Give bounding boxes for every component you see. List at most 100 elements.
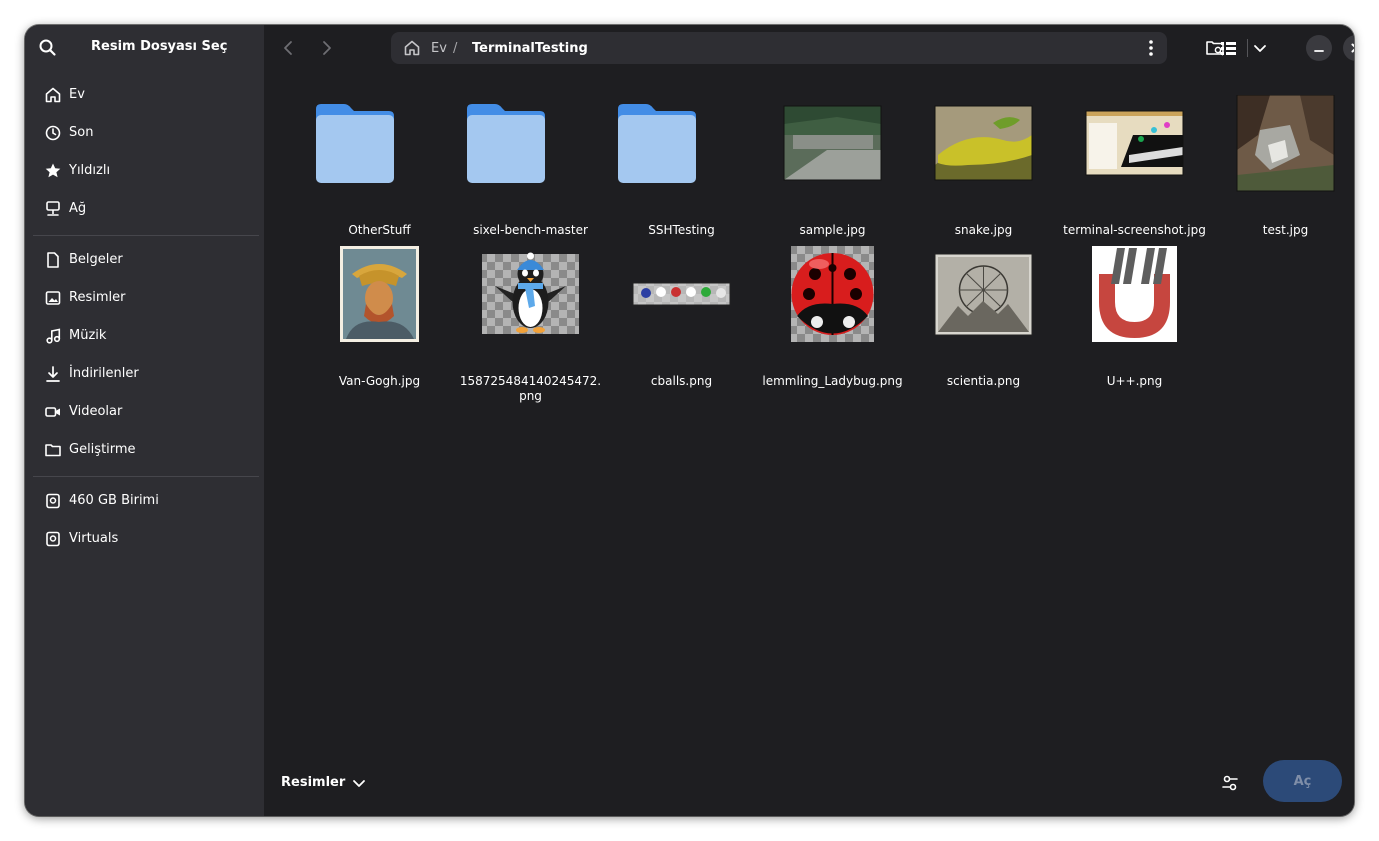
sidebar-item-resimler[interactable]: Resimler <box>33 281 259 315</box>
forward-button[interactable] <box>311 32 343 64</box>
file-item[interactable]: cballs.png <box>606 246 757 397</box>
path-bar: Ev / TerminalTesting <box>391 32 1167 64</box>
photo-thumbnail-icon <box>934 105 1033 181</box>
main-pane: Ev / TerminalTesting OtherStuff sixel-be… <box>264 25 1354 816</box>
home-icon[interactable] <box>403 39 421 57</box>
open-button[interactable]: Aç <box>1263 760 1342 802</box>
file-name: cballs.png <box>650 374 713 388</box>
file-name: sample.jpg <box>799 223 866 237</box>
sidebar-item-label: Videolar <box>69 404 123 419</box>
minimize-icon <box>1314 50 1324 52</box>
sidebar-item-virtuals[interactable]: Virtuals <box>33 522 259 556</box>
video-icon <box>45 407 60 417</box>
minimize-button[interactable] <box>1306 35 1332 61</box>
close-button[interactable] <box>1343 35 1354 61</box>
back-button[interactable] <box>272 32 304 64</box>
chevron-left-icon <box>284 41 292 55</box>
more-options-icon[interactable] <box>1141 38 1161 58</box>
balls-thumbnail-icon <box>632 282 731 306</box>
sidebar-item-label: Virtuals <box>69 531 119 546</box>
file-name: terminal-screenshot.jpg <box>1063 223 1206 237</box>
sidebar-item-460gb[interactable]: 460 GB Birimi <box>33 484 259 518</box>
chevron-down-icon[interactable] <box>348 772 370 794</box>
file-name: scientia.png <box>946 374 1021 388</box>
file-item[interactable]: 158725484140245472.png <box>455 246 606 403</box>
file-type-filter[interactable]: Resimler <box>281 775 345 790</box>
file-item[interactable]: snake.jpg <box>908 95 1059 246</box>
folder-icon <box>618 104 696 183</box>
sidebar-item-indirilenler[interactable]: İndirilenler <box>33 357 259 391</box>
sidebar-item-ag[interactable]: Ağ <box>33 192 259 226</box>
upp-logo-thumbnail-icon <box>1092 246 1177 342</box>
folder-icon <box>45 444 61 457</box>
star-icon <box>45 163 61 178</box>
file-item[interactable]: SSHTesting <box>606 95 757 246</box>
home-icon <box>45 87 61 103</box>
drive-icon <box>46 531 60 547</box>
drive-icon <box>46 493 60 509</box>
penguin-thumbnail-icon <box>482 252 579 334</box>
file-name: U++.png <box>1106 374 1163 388</box>
ladybug-thumbnail-icon <box>791 246 874 342</box>
screenshot-thumbnail-icon <box>1085 110 1184 176</box>
chevron-right-icon <box>323 41 331 55</box>
sidebar-item-label: İndirilenler <box>69 366 139 381</box>
painting-thumbnail-icon <box>340 246 419 342</box>
sidebar-item-label: Geliştirme <box>69 442 136 457</box>
sidebar-item-label: Müzik <box>69 328 107 343</box>
sidebar-divider <box>33 476 259 477</box>
music-icon <box>46 328 61 344</box>
file-name: sixel-bench-master <box>473 223 588 237</box>
footer-bar: Resimler Aç <box>264 760 1354 816</box>
file-item[interactable]: lemmling_Ladybug.png <box>757 246 908 397</box>
sidebar-item-belgeler[interactable]: Belgeler <box>33 243 259 277</box>
sidebar-item-label: Yıldızlı <box>69 163 111 178</box>
view-options-dropdown[interactable] <box>1248 32 1272 64</box>
close-icon <box>1351 43 1354 53</box>
file-item[interactable]: test.jpg <box>1210 95 1354 246</box>
clock-icon <box>45 125 61 141</box>
image-icon <box>45 291 61 305</box>
list-view-icon <box>1221 42 1236 55</box>
file-name: snake.jpg <box>954 223 1013 237</box>
sidebar-item-label: Resimler <box>69 290 126 305</box>
search-button[interactable] <box>37 37 59 59</box>
download-icon <box>46 366 60 382</box>
sidebar-item-son[interactable]: Son <box>33 116 259 150</box>
file-item[interactable]: U++.png <box>1059 246 1210 397</box>
chevron-down-icon <box>1254 45 1266 52</box>
dialog-title: Resim Dosyası Seç <box>91 39 228 54</box>
sidebar-item-label: Ev <box>69 87 85 102</box>
file-item[interactable]: sixel-bench-master <box>455 95 606 246</box>
sidebar-header: Resim Dosyası Seç <box>25 25 264 71</box>
network-icon <box>46 201 60 216</box>
sidebar-item-yildizli[interactable]: Yıldızlı <box>33 154 259 188</box>
file-item[interactable]: sample.jpg <box>757 95 908 246</box>
file-item[interactable]: Van-Gogh.jpg <box>304 246 455 397</box>
sidebar-item-ev[interactable]: Ev <box>33 78 259 112</box>
sidebar-item-label: 460 GB Birimi <box>69 493 159 508</box>
file-item[interactable]: OtherStuff <box>304 95 455 246</box>
breadcrumb-current[interactable]: TerminalTesting <box>472 41 588 56</box>
file-name: test.jpg <box>1262 223 1309 237</box>
folder-icon <box>316 104 394 183</box>
file-name: SSHTesting <box>648 223 715 237</box>
breadcrumb-home[interactable]: Ev <box>431 41 447 56</box>
preferences-icon[interactable] <box>1219 772 1241 794</box>
sidebar-item-label: Son <box>69 125 94 140</box>
photo-thumbnail-icon <box>1236 95 1335 192</box>
sidebar-item-label: Belgeler <box>69 252 123 267</box>
folder-icon <box>467 104 545 183</box>
file-item[interactable]: terminal-screenshot.jpg <box>1059 95 1210 246</box>
file-item[interactable]: scientia.png <box>908 246 1059 397</box>
sidebar-item-muzik[interactable]: Müzik <box>33 319 259 353</box>
file-name: 158725484140245472.png <box>459 374 602 403</box>
sidebar-item-label: Ağ <box>69 201 87 216</box>
photo-thumbnail-icon <box>783 105 882 181</box>
document-icon <box>47 252 59 268</box>
sidebar-item-gelistirme[interactable]: Geliştirme <box>33 433 259 467</box>
sidebar-item-videolar[interactable]: Videolar <box>33 395 259 429</box>
view-mode-button[interactable] <box>1214 32 1244 64</box>
sidebar: Resim Dosyası Seç Ev Son Yıldızlı Ağ Bel… <box>25 25 264 816</box>
file-name: Van-Gogh.jpg <box>338 374 421 388</box>
